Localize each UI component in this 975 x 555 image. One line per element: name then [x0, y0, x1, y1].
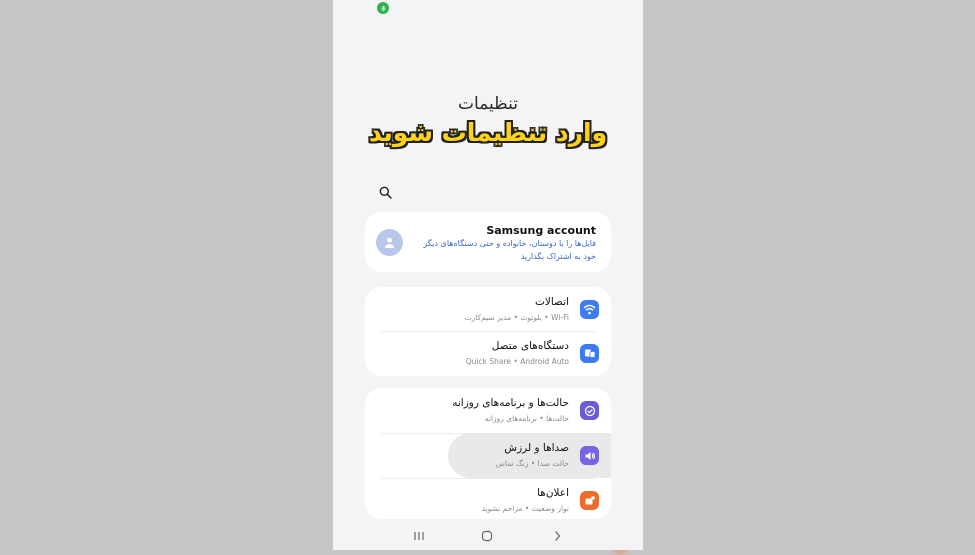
- item-label: اعلان‌ها: [537, 487, 569, 499]
- speaker-icon: [580, 446, 599, 465]
- item-sublabel: Quick Share • Android Auto: [465, 357, 569, 366]
- item-sublabel: نوار وضعیت • مزاحم نشوید: [481, 504, 569, 513]
- account-description: فایل‌ها را با دوستان، خانواده و حتی دستگ…: [423, 239, 596, 261]
- item-label: صداها و لرزش: [504, 442, 569, 454]
- settings-group-modes: حالت‌ها و برنامه‌های روزانه حالت‌ها • بر…: [365, 388, 611, 519]
- settings-group-connections: اتصالات Wi-Fi • بلوتوث • مدیر سیم‌کارت د…: [365, 287, 611, 376]
- item-label: حالت‌ها و برنامه‌های روزانه: [452, 397, 569, 409]
- person-icon: [385, 237, 394, 248]
- settings-item-notifications[interactable]: اعلان‌ها نوار وضعیت • مزاحم نشوید: [365, 478, 611, 519]
- settings-item-sounds[interactable]: صداها و لرزش حالت صدا • زنگ تماس: [365, 433, 611, 478]
- settings-item-connected-devices[interactable]: دستگاه‌های متصل Quick Share • Android Au…: [365, 331, 611, 376]
- settings-item-modes[interactable]: حالت‌ها و برنامه‌های روزانه حالت‌ها • بر…: [365, 388, 611, 433]
- search-icon: [379, 186, 392, 199]
- wifi-icon: [580, 300, 599, 319]
- item-label: دستگاه‌های متصل: [491, 340, 569, 352]
- home-button[interactable]: [477, 528, 497, 544]
- connected-devices-icon: [580, 344, 599, 363]
- overlay-caption: وارد تنظیمات شوید: [368, 118, 608, 147]
- back-icon: [555, 531, 561, 541]
- back-button[interactable]: [547, 528, 567, 544]
- item-sublabel: Wi-Fi • بلوتوث • مدیر سیم‌کارت: [464, 313, 569, 322]
- phone-screen: تنظیمات وارد تنظیمات شوید Samsung accoun…: [333, 0, 643, 550]
- item-sublabel: حالت صدا • زنگ تماس: [495, 459, 569, 468]
- avatar: [376, 229, 403, 256]
- item-sublabel: حالت‌ها • برنامه‌های روزانه: [484, 414, 569, 423]
- modes-check-icon: [580, 401, 599, 420]
- search-button[interactable]: [375, 182, 395, 202]
- page-title: تنظیمات: [458, 94, 518, 114]
- recent-apps-icon: [414, 532, 424, 540]
- notification-icon: [580, 491, 599, 510]
- settings-item-connections[interactable]: اتصالات Wi-Fi • بلوتوث • مدیر سیم‌کارت: [365, 287, 611, 332]
- mic-indicator-icon: [377, 2, 389, 14]
- item-label: اتصالات: [534, 296, 569, 308]
- samsung-account-card[interactable]: Samsung account فایل‌ها را با دوستان، خا…: [365, 212, 611, 272]
- account-title: Samsung account: [486, 224, 596, 237]
- home-icon: [481, 530, 493, 542]
- navigation-bar: [333, 522, 643, 550]
- recent-apps-button[interactable]: [409, 528, 429, 544]
